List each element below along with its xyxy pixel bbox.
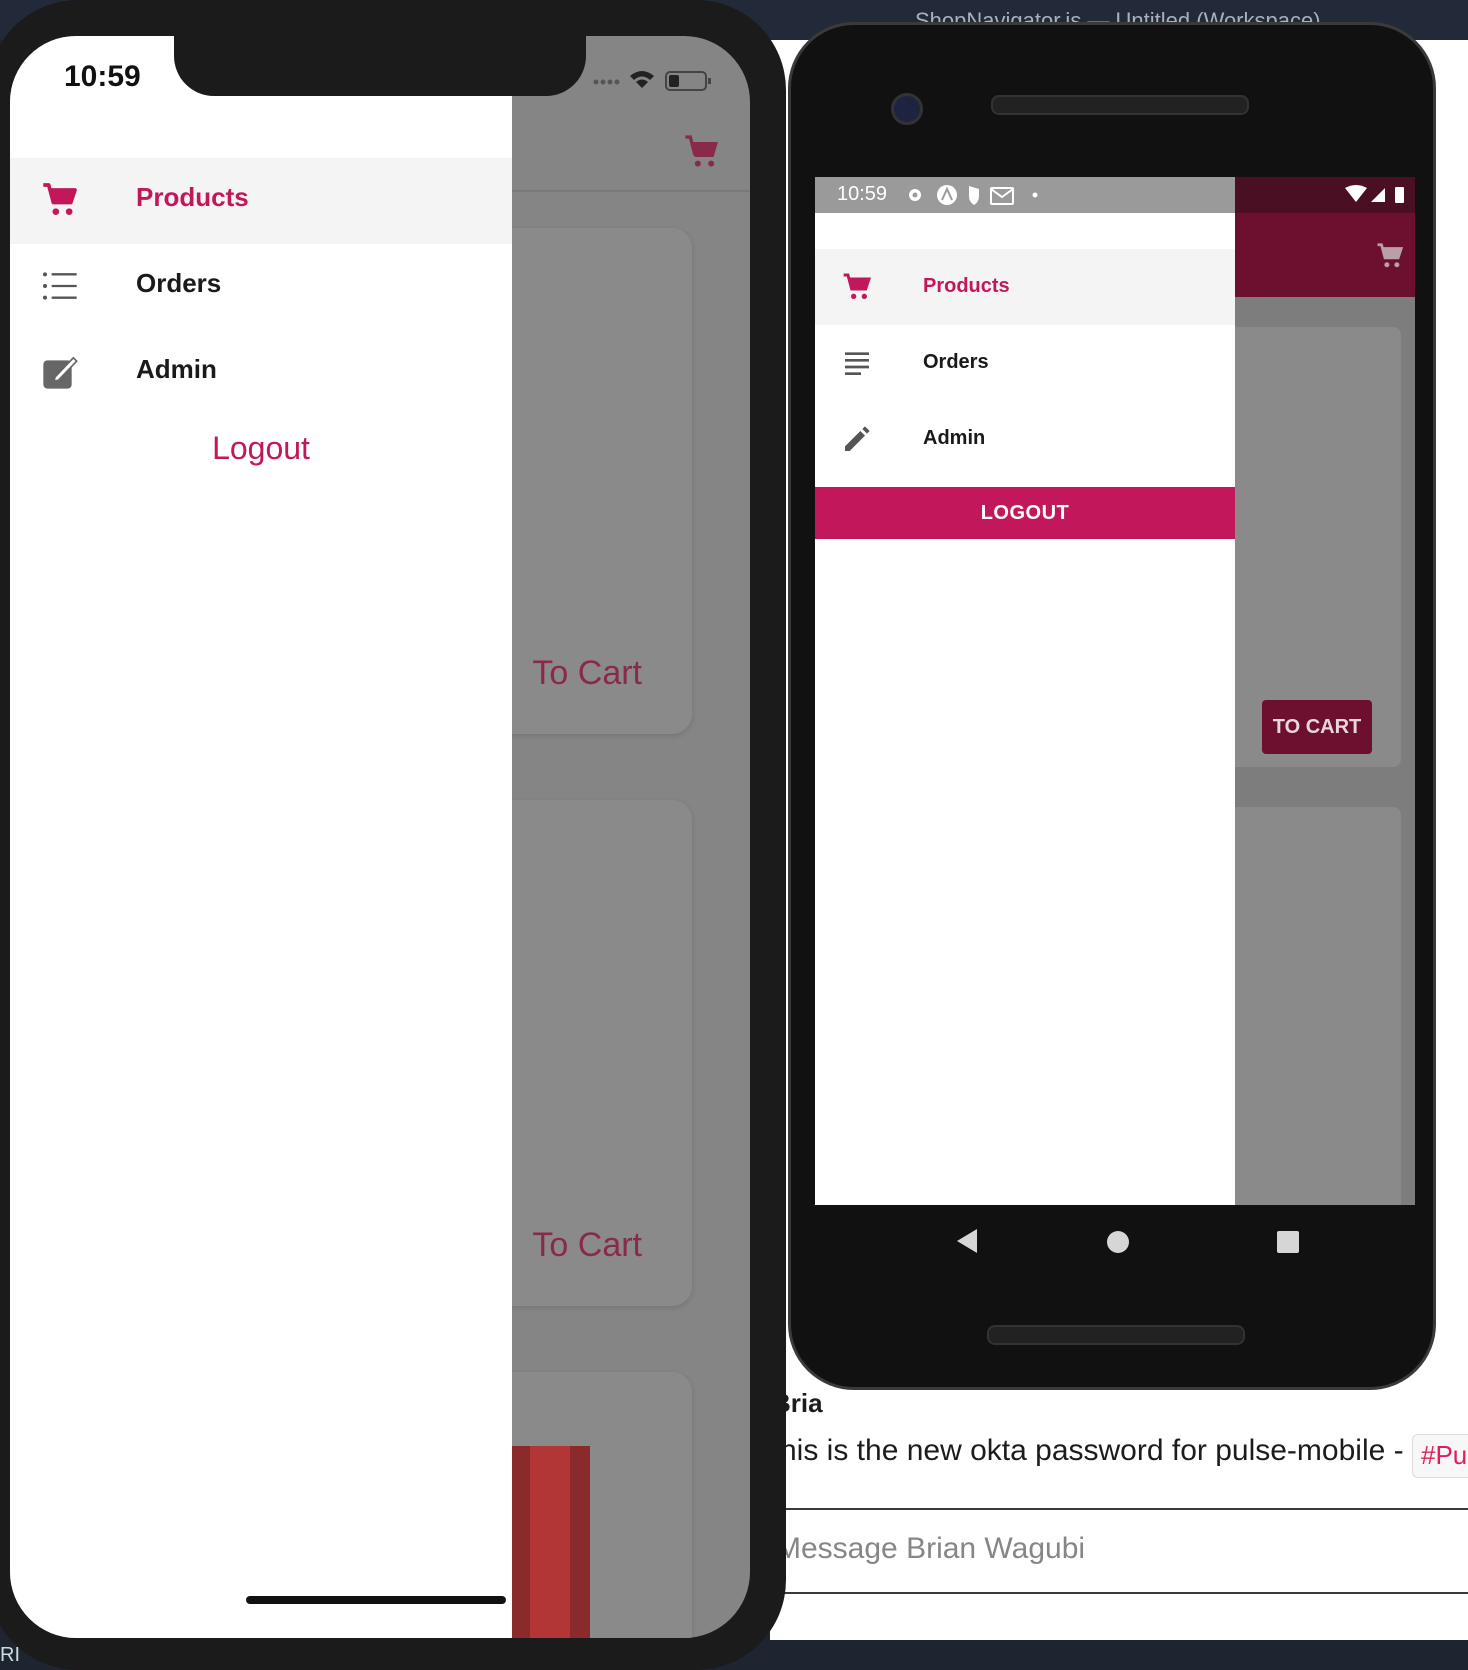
ios-simulator: To Cart To Cart 10:59 Products Orders Ad… bbox=[0, 0, 786, 1670]
android-emulator: TO CART 10:59 Products Orders Admin LOGO… bbox=[788, 22, 1436, 1390]
cart-icon bbox=[843, 273, 872, 299]
ios-navigation-drawer: 10:59 Products Orders Admin Logout bbox=[10, 36, 512, 1638]
front-camera bbox=[891, 93, 923, 125]
mail-icon bbox=[990, 187, 1014, 205]
dot-icon bbox=[1032, 192, 1038, 198]
android-screen: TO CART 10:59 Products Orders Admin LOGO… bbox=[815, 177, 1415, 1205]
pencil-icon bbox=[845, 426, 870, 451]
cart-icon bbox=[43, 183, 77, 215]
drawer-item-admin[interactable]: Admin bbox=[815, 401, 1235, 477]
drawer-item-label: Orders bbox=[923, 351, 989, 373]
bottom-speaker bbox=[987, 1325, 1245, 1345]
list-icon bbox=[845, 352, 869, 375]
wifi-icon bbox=[630, 71, 654, 88]
drawer-item-label: Products bbox=[923, 275, 1010, 297]
chat-input-border bbox=[770, 1592, 1468, 1594]
shield-icon bbox=[969, 186, 979, 205]
drawer-item-orders[interactable]: Orders bbox=[10, 244, 512, 330]
drawer-item-products[interactable]: Products bbox=[10, 158, 512, 244]
notification-icons bbox=[909, 185, 1038, 205]
android-navbar bbox=[815, 1205, 1415, 1285]
drawer-item-admin[interactable]: Admin bbox=[10, 330, 512, 416]
logout-button[interactable]: LOGOUT bbox=[815, 487, 1235, 539]
product-card bbox=[1225, 807, 1401, 1205]
android-status-time: 10:59 bbox=[837, 183, 888, 205]
recents-icon[interactable] bbox=[1277, 1231, 1299, 1253]
to-cart-button[interactable]: To Cart bbox=[532, 654, 642, 693]
drawer-item-orders[interactable]: Orders bbox=[815, 325, 1235, 401]
ios-notch bbox=[174, 36, 586, 96]
drawer-item-products[interactable]: Products bbox=[815, 249, 1235, 325]
drawer-item-label: Admin bbox=[923, 427, 986, 449]
chat-channel-tag[interactable]: #Pu bbox=[1412, 1434, 1468, 1478]
back-icon[interactable] bbox=[957, 1229, 977, 1253]
to-cart-button[interactable]: TO CART bbox=[1262, 700, 1372, 754]
gear-icon bbox=[909, 189, 921, 201]
react-icon bbox=[937, 185, 957, 205]
ios-status-icons bbox=[590, 66, 730, 97]
home-icon[interactable] bbox=[1107, 1231, 1129, 1253]
logout-button[interactable]: Logout bbox=[10, 430, 512, 467]
chat-message-input[interactable]: Message Brian Wagubi bbox=[770, 1510, 1468, 1592]
cart-icon[interactable] bbox=[680, 132, 724, 172]
product-image-detail bbox=[530, 1446, 570, 1638]
to-cart-button[interactable]: To Cart bbox=[532, 1226, 642, 1265]
footer-fragment: RI bbox=[0, 1644, 20, 1666]
cart-icon[interactable] bbox=[1375, 241, 1405, 271]
android-status-icons bbox=[1345, 185, 1407, 210]
chat-message: his is the new okta password for pulse-m… bbox=[780, 1434, 1404, 1467]
top-speaker bbox=[991, 95, 1249, 115]
signal-icon bbox=[593, 79, 620, 85]
ios-screen: To Cart To Cart 10:59 Products Orders Ad… bbox=[10, 36, 750, 1638]
ios-status-time: 10:59 bbox=[64, 60, 141, 93]
android-navigation-drawer: 10:59 Products Orders Admin LOGOUT bbox=[815, 177, 1235, 1205]
ios-home-indicator[interactable] bbox=[246, 1596, 506, 1604]
signal-icon bbox=[1371, 188, 1385, 202]
chat-input-placeholder: Message Brian Wagubi bbox=[776, 1532, 1086, 1565]
drawer-item-label: Orders bbox=[136, 268, 222, 298]
drawer-statusbar: 10:59 bbox=[815, 177, 1235, 213]
drawer-item-label: Products bbox=[136, 182, 249, 212]
battery-icon bbox=[665, 71, 711, 91]
list-icon bbox=[43, 272, 77, 300]
drawer-item-label: Admin bbox=[136, 354, 217, 384]
wifi-icon bbox=[1345, 185, 1367, 202]
battery-icon bbox=[1395, 187, 1404, 203]
edit-icon bbox=[43, 356, 78, 389]
